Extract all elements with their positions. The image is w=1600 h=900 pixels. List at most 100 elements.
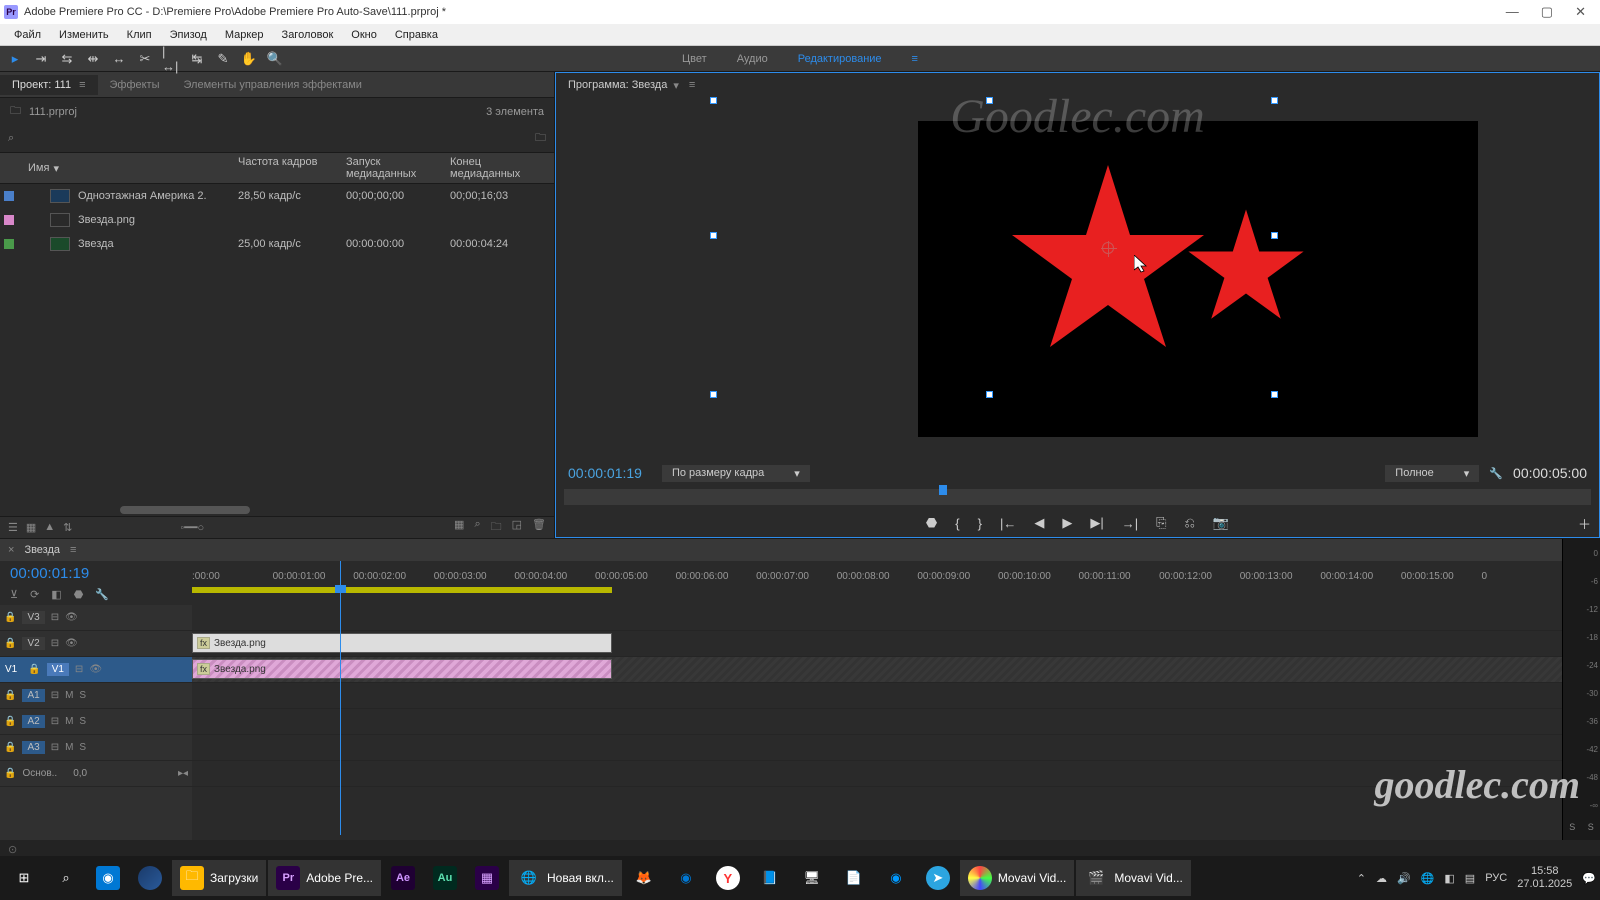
toggle-output-icon[interactable]: ⊟ — [75, 664, 83, 675]
tab-effect-controls[interactable]: Элементы управления эффектами — [172, 75, 374, 95]
taskbar-downloads[interactable]: 🗀Загрузки — [172, 860, 266, 896]
taskbar-app[interactable] — [130, 860, 170, 896]
lock-icon[interactable]: 🔒 — [4, 768, 16, 779]
lock-icon[interactable]: 🔒 — [4, 612, 16, 623]
taskbar-aftereffects[interactable]: Ae — [383, 860, 423, 896]
track-header-a3[interactable]: 🔒A3⊟MS — [0, 735, 192, 761]
add-marker-button[interactable]: ⬣ — [926, 515, 937, 531]
slide-tool-icon[interactable]: ↹ — [188, 50, 206, 68]
lift-button[interactable]: ⎘ — [1156, 515, 1166, 531]
taskbar-firefox[interactable]: 🦊 — [624, 860, 664, 896]
icon-view-icon[interactable]: ▦ — [26, 521, 36, 534]
taskbar-chrome[interactable]: 🌐Новая вкл... — [509, 860, 622, 896]
taskbar-app[interactable]: ◉ — [876, 860, 916, 896]
tray-volume-icon[interactable]: 🔊 — [1397, 872, 1411, 885]
tray-notifications-icon[interactable]: 💬 — [1582, 872, 1596, 885]
anchor-point-icon[interactable] — [1102, 242, 1114, 254]
workspace-color[interactable]: Цвет — [682, 53, 707, 65]
extract-button[interactable]: ⎌ — [1185, 515, 1195, 531]
taskbar-app[interactable]: 🖥 — [792, 860, 832, 896]
selection-handle[interactable] — [1271, 391, 1278, 398]
track-header-v1[interactable]: V1🔒V1⊟👁 — [0, 657, 192, 683]
toggle-output-icon[interactable]: ⊟ — [51, 638, 59, 649]
button-editor-icon[interactable]: ＋ — [1578, 514, 1591, 533]
razor-tool-icon[interactable]: ✂ — [136, 50, 154, 68]
track-lane-v1[interactable]: fxЗвезда.png — [192, 657, 1562, 683]
taskbar-app[interactable]: ◉ — [88, 860, 128, 896]
track-header-a2[interactable]: 🔒A2⊟MS — [0, 709, 192, 735]
snap-icon[interactable]: ⊻ — [10, 588, 18, 601]
sequence-tab[interactable]: Звезда — [24, 544, 60, 556]
track-lane-a2[interactable] — [192, 709, 1562, 735]
search-button[interactable]: ⌕ — [46, 860, 86, 896]
taskbar-edge[interactable]: ◉ — [666, 860, 706, 896]
menu-help[interactable]: Справка — [387, 27, 446, 43]
taskbar-premiere[interactable]: PrAdobe Pre... — [268, 860, 381, 896]
timeline-ruler[interactable]: :00:0000:00:01:0000:00:02:0000:00:03:000… — [192, 561, 1562, 605]
track-lane-master[interactable] — [192, 761, 1562, 787]
scrollbar[interactable] — [0, 504, 554, 516]
panel-close-icon[interactable]: × — [8, 544, 14, 556]
selection-handle[interactable] — [710, 97, 717, 104]
tray-language[interactable]: РУС — [1485, 872, 1507, 884]
project-item[interactable]: Одноэтажная Америка 2. 28,50 кадр/с 00;0… — [0, 184, 554, 208]
track-header-master[interactable]: 🔒Основ..0,0▸◂ — [0, 761, 192, 787]
solo-right[interactable]: S — [1588, 822, 1594, 832]
slip-tool-icon[interactable]: |↔| — [162, 50, 180, 68]
zoom-slider[interactable]: ◦━━○ — [180, 521, 204, 534]
add-marker-icon[interactable]: ◧ — [51, 588, 61, 601]
menu-clip[interactable]: Клип — [119, 27, 160, 43]
menu-file[interactable]: Файл — [6, 27, 49, 43]
new-item-icon[interactable]: ◲ — [512, 518, 522, 537]
source-patch-v1[interactable]: V1 — [0, 663, 22, 676]
wrench-icon[interactable]: 🔧 — [1489, 467, 1503, 480]
eye-icon[interactable]: 👁 — [89, 664, 102, 675]
tab-effects[interactable]: Эффекты — [98, 75, 172, 95]
track-header-a1[interactable]: 🔒A1⊟MS — [0, 683, 192, 709]
workspace-audio[interactable]: Аудио — [737, 53, 768, 65]
taskbar-movavi1[interactable]: Movavi Vid... — [960, 860, 1074, 896]
selection-handle[interactable] — [710, 232, 717, 239]
toggle-output-icon[interactable]: ⊟ — [51, 690, 59, 701]
track-lane-v2[interactable]: fxЗвезда.png — [192, 631, 1562, 657]
track-lane-a1[interactable] — [192, 683, 1562, 709]
col-framerate[interactable]: Частота кадров — [238, 156, 346, 180]
timeline-timecode[interactable]: 00:00:01:19 — [10, 565, 182, 582]
search-icon[interactable]: ⌕ — [8, 132, 14, 145]
sort-icon[interactable]: ⇅ — [63, 521, 72, 534]
start-button[interactable]: ⊞ — [4, 860, 44, 896]
panel-menu-icon[interactable]: ≡ — [70, 544, 76, 556]
workspace-menu-icon[interactable]: ≡ — [912, 53, 918, 65]
hand-tool-icon[interactable]: ✋ — [240, 50, 258, 68]
pen-tool-icon[interactable]: ✎ — [214, 50, 232, 68]
col-end[interactable]: Конец медиаданных — [450, 156, 540, 180]
trash-icon[interactable]: 🗑 — [532, 518, 546, 537]
panel-menu-icon[interactable]: ≡ — [79, 79, 85, 91]
taskbar-mediaencoder[interactable]: ▦ — [467, 860, 507, 896]
tray-network-icon[interactable]: 🌐 — [1421, 872, 1435, 885]
timeline-playhead[interactable] — [340, 561, 341, 835]
list-view-icon[interactable]: ☰ — [8, 521, 18, 534]
timeline-settings-icon[interactable]: ⬣ — [74, 588, 84, 601]
panel-menu-icon[interactable]: ≡ — [689, 79, 695, 91]
project-item[interactable]: Звезда 25,00 кадр/с 00:00:00:00 00:00:04… — [0, 232, 554, 256]
lock-icon[interactable]: 🔒 — [4, 638, 16, 649]
bin-icon[interactable]: 🗀 — [10, 102, 21, 121]
toggle-output-icon[interactable]: ⊟ — [51, 742, 59, 753]
go-to-out-button[interactable]: →| — [1122, 516, 1138, 531]
playhead-icon[interactable] — [939, 485, 947, 495]
tab-program[interactable]: Программа: Звезда — [568, 79, 667, 91]
play-button[interactable]: ▶ — [1062, 515, 1072, 531]
automate-icon[interactable]: ▦ — [454, 518, 464, 537]
work-area-bar[interactable] — [192, 587, 612, 593]
rolling-tool-icon[interactable]: ⇹ — [84, 50, 102, 68]
lock-icon[interactable]: 🔒 — [4, 742, 16, 753]
go-to-in-button[interactable]: |← — [1000, 516, 1016, 531]
taskbar-telegram[interactable]: ➤ — [918, 860, 958, 896]
menu-edit[interactable]: Изменить — [51, 27, 117, 43]
toggle-output-icon[interactable]: ⊟ — [51, 716, 59, 727]
taskbar-audition[interactable]: Au — [425, 860, 465, 896]
fx-badge[interactable]: fx — [197, 663, 210, 675]
eye-icon[interactable]: 👁 — [65, 612, 78, 623]
resolution-dropdown[interactable]: Полное▾ — [1385, 465, 1479, 482]
